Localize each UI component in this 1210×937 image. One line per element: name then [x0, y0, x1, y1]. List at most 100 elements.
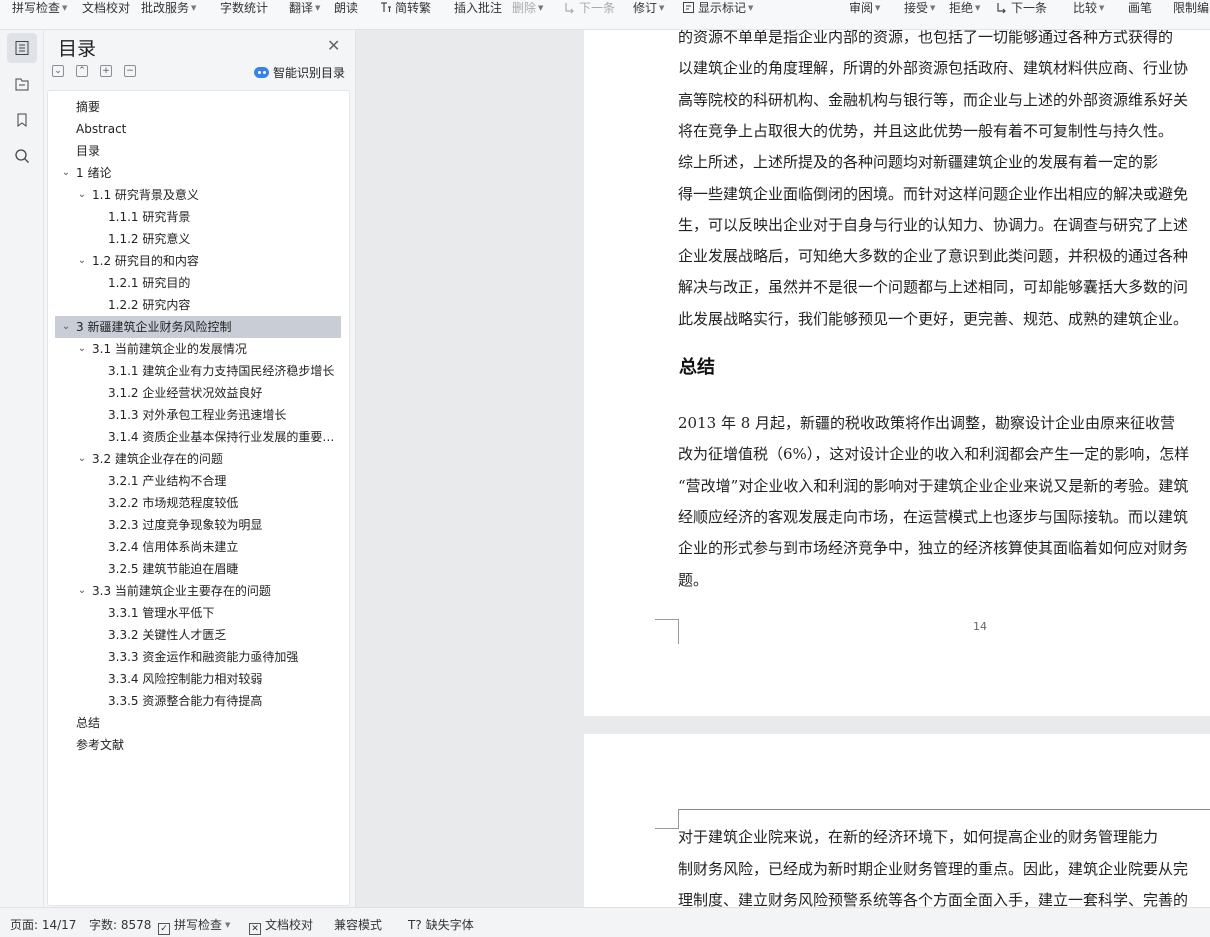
toc-item[interactable]: 1.1.2 研究意义: [108, 228, 338, 250]
toc-item[interactable]: 3.1.1 建筑企业有力支持国民经济稳步增长: [108, 360, 338, 382]
collapse-chevron-icon[interactable]: ⌄: [52, 65, 64, 77]
toc-title: 目录: [58, 38, 97, 60]
chapter-nav-icon: [15, 78, 29, 91]
toc-item[interactable]: Abstract: [76, 118, 338, 140]
pen-button[interactable]: 画笔: [1128, 0, 1152, 18]
toc-item[interactable]: 3.2.3 过度竞争现象较为明显: [108, 514, 338, 536]
toc-item[interactable]: 3.2.5 建筑节能迫在眉睫: [108, 558, 338, 580]
text-line: 对于建筑企业院来说，在新的经济环境下，如何提高企业的财务管理能力: [678, 828, 1159, 846]
text-line: 理制度、建立财务风险预警系统等各个方面全面入手，建立一套科学、完善的: [678, 891, 1189, 907]
show-markup-button[interactable]: 显示标记 ▼: [682, 0, 753, 18]
convert-icon: [381, 2, 391, 12]
bookmark-rail-button[interactable]: [7, 105, 37, 135]
delete-comment-button[interactable]: 删除 ▼: [512, 0, 543, 18]
correction-service-button[interactable]: 批改服务 ▼: [141, 0, 196, 18]
toc-item[interactable]: 3.3.3 资金运作和融资能力亟待加强: [108, 646, 338, 668]
toc-item[interactable]: 参考文献: [76, 734, 338, 756]
toc-item[interactable]: 总结: [76, 712, 338, 734]
toc-item[interactable]: 3.3 当前建筑企业主要存在的问题: [92, 580, 338, 602]
chevron-down-icon[interactable]: ⌄: [60, 316, 72, 338]
toc-item[interactable]: 1.2.1 研究目的: [108, 272, 338, 294]
accept-button[interactable]: 接受 ▼: [904, 0, 935, 18]
doc-proofread-button[interactable]: 文档校对: [82, 0, 130, 18]
toc-item[interactable]: 1 绪论: [76, 162, 338, 184]
toc-item[interactable]: 1.1.1 研究背景: [108, 206, 338, 228]
remove-heading-icon[interactable]: −: [124, 65, 136, 77]
toc-item[interactable]: 摘要: [76, 96, 338, 118]
translate-button[interactable]: 翻译 ▼: [289, 0, 320, 18]
track-changes-button[interactable]: 修订 ▼: [633, 0, 664, 18]
text-line: 题。: [678, 570, 709, 589]
search-rail-button[interactable]: [7, 141, 37, 171]
toc-item[interactable]: 3.2.4 信用体系尚未建立: [108, 536, 338, 558]
review-toolbar: 拼写检查 ▼ 文档校对 批改服务 ▼ 字数统计 翻译 ▼ 朗读 简转繁 插入批注 删除…: [0, 0, 1210, 30]
add-heading-icon[interactable]: +: [100, 65, 112, 77]
text-line: 得一些建筑企业面临倒闭的困境。而针对这样问题企业作出相应的解决或避免: [678, 184, 1189, 203]
insert-comment-button[interactable]: 插入批注: [454, 0, 502, 18]
toc-item[interactable]: 3.1.2 企业经营状况效益良好: [108, 382, 338, 404]
toc-item[interactable]: 1.2.2 研究内容: [108, 294, 338, 316]
expand-chevron-icon[interactable]: ⌃: [76, 65, 88, 77]
toc-item[interactable]: 3.1.3 对外承包工程业务迅速增长: [108, 404, 338, 426]
text-line: 解决与改正，虽然并不是很一个问题都与上述相同，可却能够囊括大多数的问: [678, 278, 1189, 297]
text-line: 高等院校的科研机构、金融机构与银行等，而企业与上述的外部资源维系好关: [678, 90, 1189, 109]
chevron-down-icon[interactable]: ⌄: [76, 448, 88, 470]
text-line: 生，可以反映出企业对于自身与行业的认知力、协调力。在调查与研究了上述: [678, 215, 1189, 234]
restrict-edit-button[interactable]: 限制编: [1173, 0, 1209, 18]
page-indicator[interactable]: 页面: 14/17: [10, 916, 76, 933]
spell-check-button[interactable]: 拼写检查 ▼: [12, 0, 67, 18]
simp-trad-button[interactable]: 简转繁: [379, 0, 431, 18]
toc-item[interactable]: 3.3.1 管理水平低下: [108, 602, 338, 624]
toc-item[interactable]: 3 新疆建筑企业财务风险控制: [76, 316, 338, 338]
next-arrow-icon: [997, 3, 1006, 14]
toc-item[interactable]: 3.3.5 资源整合能力有待提高: [108, 690, 338, 712]
toc-icon: [15, 41, 29, 55]
next-comment-button[interactable]: 下一条: [563, 0, 615, 18]
chevron-down-icon[interactable]: ⌄: [60, 162, 72, 184]
chapter-rail-button[interactable]: [7, 69, 37, 99]
smart-toc-button[interactable]: 智能识别目录: [254, 64, 345, 81]
document-area[interactable]: 的资源不单单是指企业内部的资源，也包括了一切能够通过各种方式获得的 以建筑企业的角…: [356, 30, 1210, 907]
word-count-button[interactable]: 字数统计: [220, 0, 268, 18]
header-rule: [678, 809, 1210, 810]
reject-button[interactable]: 拒绝 ▼: [949, 0, 980, 18]
toc-item[interactable]: 3.2 建筑企业存在的问题: [92, 448, 338, 470]
toc-item[interactable]: 3.3.4 风险控制能力相对较弱: [108, 668, 338, 690]
text-line: 综上所述，上述所提及的各种问题均对新疆建筑企业的发展有着一定的影: [678, 153, 1159, 172]
text-line: “营改增”对企业收入和利润的影响对于建筑企业企业来说又是新的考验。建筑: [678, 476, 1189, 495]
review-button[interactable]: 审阅 ▼: [849, 0, 880, 18]
page-corner-mark: [655, 809, 679, 829]
next-change-button[interactable]: 下一条: [995, 0, 1047, 18]
toc-item[interactable]: 3.1 当前建筑企业的发展情况: [92, 338, 338, 360]
text-line: 将在竞争上占取很大的优势，并且这此优势一般有着不可复制性与持久性。: [678, 121, 1174, 140]
toc-item[interactable]: 目录: [76, 140, 338, 162]
text-line: 以建筑企业的角度理解，所谓的外部资源包括政府、建筑材料供应商、行业协: [678, 59, 1189, 78]
compat-mode[interactable]: 兼容模式: [334, 916, 382, 933]
missing-font-status[interactable]: T? 缺失字体: [408, 916, 474, 933]
doc-proof-status[interactable]: ✕ 文档校对: [249, 916, 313, 935]
nav-rail: [0, 30, 44, 907]
toc-item[interactable]: 1.1 研究背景及意义: [92, 184, 338, 206]
toc-item[interactable]: 3.2.1 产业结构不合理: [108, 470, 338, 492]
close-icon[interactable]: ✕: [327, 36, 340, 55]
toc-item[interactable]: 3.3.2 关键性人才匮乏: [108, 624, 338, 646]
toc-rail-button[interactable]: [7, 33, 37, 63]
chevron-down-icon[interactable]: ⌄: [76, 338, 88, 360]
toc-item[interactable]: 3.2.2 市场规范程度较低: [108, 492, 338, 514]
read-aloud-button[interactable]: 朗读: [334, 0, 358, 18]
spell-check-status[interactable]: ✓ 拼写检查 ▼: [158, 916, 230, 935]
word-count[interactable]: 字数: 8578: [89, 916, 151, 933]
toc-panel: 目录 ✕ ⌄ ⌃ + − 智能识别目录 摘要 Abstract 目录 ⌄ 1 绪论 ⌄ 1.…: [44, 30, 356, 907]
chevron-down-icon[interactable]: ⌄: [76, 580, 88, 602]
chevron-down-icon[interactable]: ⌄: [76, 184, 88, 206]
status-bar: 页面: 14/17 字数: 8578 ✓ 拼写检查 ▼ ✕ 文档校对 兼容模式 T? 缺…: [0, 907, 1210, 937]
document-page: 的资源不单单是指企业内部的资源，也包括了一切能够通过各种方式获得的 以建筑企业的角…: [584, 30, 1210, 716]
proof-icon: ✕: [249, 923, 261, 935]
text-line: 制财务风险，已经成为新时期企业财务管理的重点。因此，建筑企业院要从完: [678, 859, 1189, 878]
search-icon: [15, 149, 29, 163]
toc-item[interactable]: 1.2 研究目的和内容: [92, 250, 338, 272]
document-page: 对于建筑企业院来说，在新的经济环境下，如何提高企业的财务管理能力制财务风险，已经…: [584, 734, 1210, 907]
toc-item[interactable]: 3.1.4 资质企业基本保持行业发展的重要地位: [108, 426, 338, 448]
compare-button[interactable]: 比较 ▼: [1073, 0, 1104, 18]
chevron-down-icon[interactable]: ⌄: [76, 250, 88, 272]
